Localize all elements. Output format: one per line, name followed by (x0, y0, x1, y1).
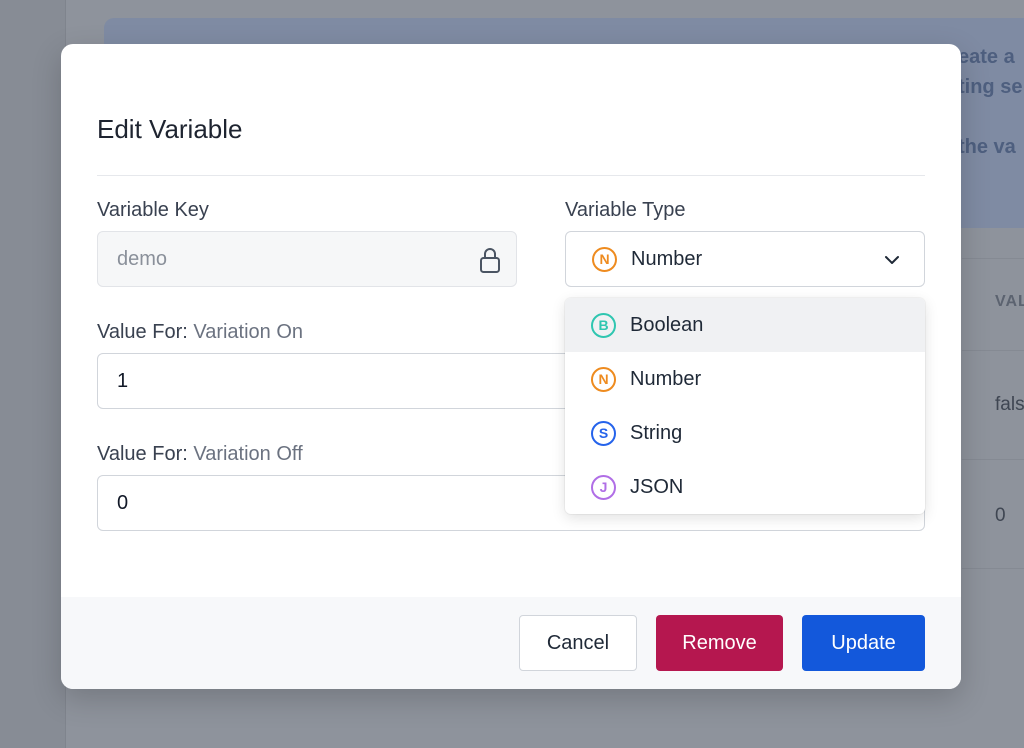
option-json[interactable]: J JSON (565, 460, 925, 514)
option-string[interactable]: S String (565, 406, 925, 460)
background-banner-text: eate a (958, 46, 1015, 68)
option-boolean[interactable]: B Boolean (565, 298, 925, 352)
background-cell: fals (995, 394, 1024, 415)
string-type-icon: S (591, 420, 616, 446)
option-label: Boolean (630, 313, 704, 336)
value-on-value: 1 (117, 369, 129, 392)
json-type-icon: J (591, 474, 616, 500)
option-label: JSON (630, 475, 684, 498)
variable-key-label: Variable Key (97, 199, 209, 221)
update-button[interactable]: Update (802, 615, 925, 671)
modal-title: Edit Variable (97, 114, 243, 144)
value-on-label-prefix: Value For: (97, 321, 188, 343)
variable-type-select[interactable]: N Number (565, 231, 925, 287)
option-label: String (630, 421, 683, 444)
variable-key-input: demo (97, 231, 517, 287)
chevron-down-icon (885, 256, 899, 264)
number-type-icon: N (592, 246, 617, 272)
background-cell: 0 (995, 505, 1006, 526)
title-divider (97, 175, 925, 176)
value-off-label: Value For: Variation Off (97, 443, 303, 466)
boolean-type-icon: B (591, 312, 616, 338)
modal-footer: Cancel Remove Update (61, 597, 961, 689)
background-row-divider (962, 350, 1024, 351)
background-column-header: VAL (995, 293, 1024, 310)
option-label: Number (630, 367, 702, 390)
value-off-label-prefix: Value For: (97, 443, 188, 465)
option-number[interactable]: N Number (565, 352, 925, 406)
variable-type-dropdown: B Boolean N Number S String J JSON (565, 298, 925, 514)
cancel-button[interactable]: Cancel (519, 615, 637, 671)
background-sidebar (0, 0, 66, 748)
background-banner-text: the va (958, 136, 1016, 158)
background-row-divider (962, 459, 1024, 460)
lock-icon (480, 248, 500, 273)
value-on-label-variation: Variation On (193, 321, 304, 343)
background-row-divider (962, 568, 1024, 569)
remove-button[interactable]: Remove (656, 615, 783, 671)
number-type-icon: N (591, 366, 616, 392)
value-off-value: 0 (117, 491, 129, 514)
value-off-label-variation: Variation Off (193, 443, 303, 465)
edit-variable-modal: Edit Variable Variable Key demo Variable… (61, 44, 961, 689)
variable-type-selected-label: Number (631, 247, 703, 270)
value-on-label: Value For: Variation On (97, 321, 303, 344)
background-banner-text: ting se (958, 76, 1023, 98)
variable-type-label: Variable Type (565, 199, 686, 221)
variable-key-value: demo (117, 247, 168, 270)
